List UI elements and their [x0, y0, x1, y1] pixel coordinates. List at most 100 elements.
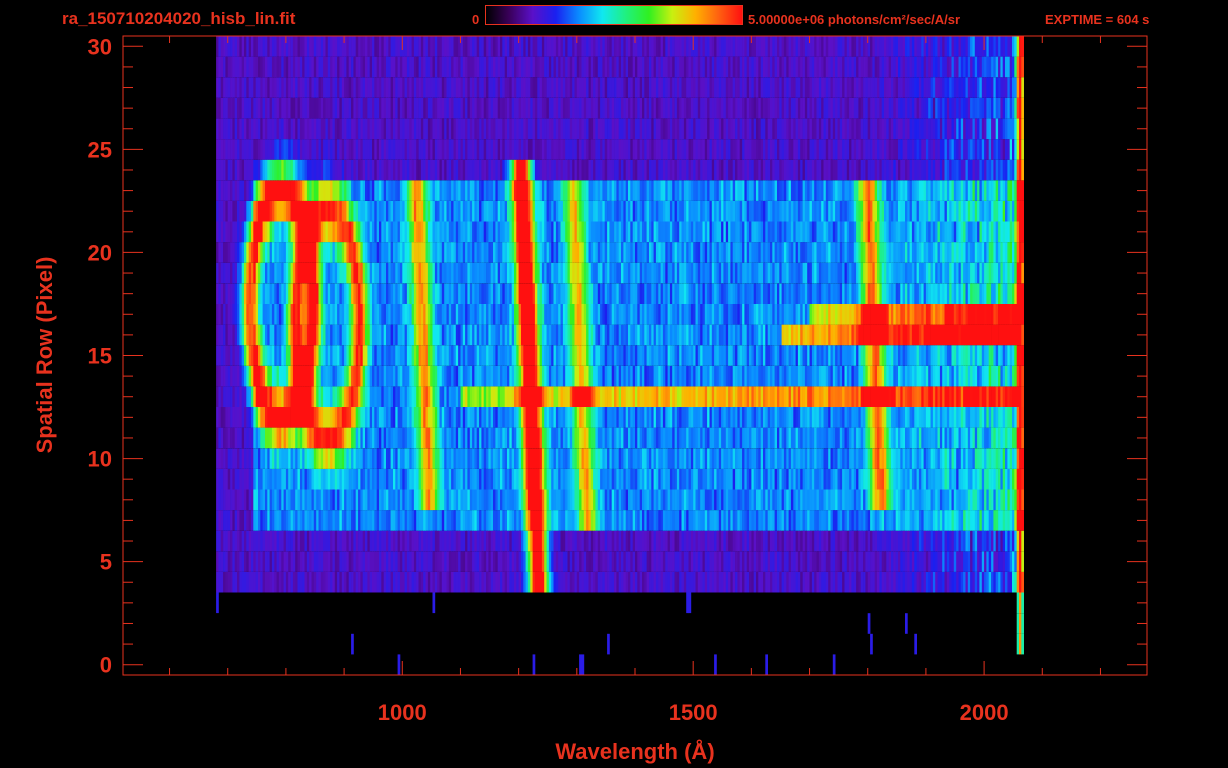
heatmap-cell	[644, 386, 647, 407]
heatmap-cell	[460, 345, 464, 366]
heatmap-cell	[374, 324, 377, 346]
heatmap-cell	[681, 510, 685, 531]
heatmap-cell	[707, 407, 710, 428]
heatmap-cell	[558, 407, 561, 428]
heatmap-cell	[434, 386, 438, 407]
heatmap-cell	[448, 427, 452, 449]
heatmap-cell	[586, 386, 589, 407]
heatmap-cell	[646, 324, 650, 346]
heatmap-cell	[397, 530, 401, 552]
heatmap-cell	[770, 489, 773, 511]
heatmap-cell	[630, 427, 633, 449]
heatmap-cell	[888, 448, 892, 469]
heatmap-cell	[911, 427, 915, 449]
heatmap-cell	[518, 304, 522, 325]
heatmap-cell	[416, 345, 419, 366]
heatmap-cell	[1012, 324, 1015, 346]
heatmap-cell	[842, 427, 845, 449]
heatmap-cell	[541, 407, 545, 428]
heatmap-cell	[800, 510, 803, 531]
heatmap-cell	[879, 427, 883, 449]
heatmap-cell	[386, 489, 389, 511]
heatmap-cell	[441, 407, 445, 428]
heatmap-cell	[844, 427, 848, 449]
heatmap-cell	[253, 530, 256, 552]
heatmap-cell	[639, 571, 643, 593]
heatmap-cell	[479, 304, 482, 325]
heatmap-cell	[248, 530, 252, 552]
heatmap-cell	[739, 386, 743, 407]
heatmap-cell	[406, 407, 410, 428]
heatmap-cell	[246, 468, 249, 490]
heatmap-cell	[288, 365, 291, 387]
heatmap-cell	[390, 324, 394, 346]
heatmap-cell	[911, 468, 915, 490]
heatmap-cell	[430, 345, 433, 366]
heatmap-cell	[844, 571, 848, 593]
heatmap-cell	[600, 510, 603, 531]
heatmap-cell	[507, 304, 510, 325]
heatmap-cell	[611, 530, 615, 552]
heatmap-cell	[837, 386, 841, 407]
heatmap-cell	[681, 427, 685, 449]
heatmap-cell	[553, 510, 557, 531]
heatmap-cell	[583, 324, 587, 346]
heatmap-cell	[793, 530, 796, 552]
heatmap-cell	[842, 530, 845, 552]
heatmap-cell	[935, 386, 938, 407]
heatmap-cell	[681, 551, 685, 572]
heatmap-cell	[332, 345, 336, 366]
heatmap-cell	[853, 427, 857, 449]
heatmap-cell	[260, 427, 263, 449]
heatmap-cell	[495, 365, 499, 387]
heatmap-cell	[495, 324, 499, 346]
heatmap-cell	[444, 345, 447, 366]
heatmap-cell	[979, 407, 983, 428]
heatmap-cell	[704, 324, 708, 346]
heatmap-cell	[802, 551, 806, 572]
heatmap-cell	[965, 324, 969, 346]
heatmap-cell	[327, 489, 331, 511]
heatmap-cell	[448, 386, 452, 407]
heatmap-cell	[851, 324, 855, 346]
heatmap-cell	[237, 365, 240, 387]
heatmap-cell	[290, 365, 294, 387]
heatmap-cell	[239, 551, 243, 572]
heatmap-cell	[628, 386, 631, 407]
heatmap-cell	[353, 510, 357, 531]
heatmap-cell	[830, 407, 834, 428]
heatmap-cell	[679, 571, 682, 593]
heatmap-cell	[602, 489, 606, 511]
heatmap-cell	[881, 345, 885, 366]
heatmap-cell	[332, 510, 336, 531]
heatmap-cell	[674, 386, 678, 407]
heatmap-cell	[406, 448, 410, 469]
heatmap-cell	[986, 530, 990, 552]
heatmap-cell	[216, 592, 219, 614]
heatmap-cell	[285, 283, 289, 304]
heatmap-cell	[742, 571, 745, 593]
heatmap-cell	[860, 345, 864, 366]
heatmap-cell	[977, 530, 980, 552]
heatmap-cell	[1012, 345, 1015, 366]
heatmap-cell	[646, 448, 650, 469]
heatmap-cell	[711, 407, 715, 428]
heatmap-cell	[709, 489, 713, 511]
heatmap-cell	[618, 530, 622, 552]
heatmap-cell	[700, 510, 703, 531]
heatmap-cell	[849, 551, 852, 572]
heatmap-cell	[632, 427, 636, 449]
heatmap-cell	[462, 304, 466, 325]
heatmap-cell	[411, 468, 415, 490]
heatmap-cell	[514, 365, 517, 387]
heatmap-cell	[325, 551, 329, 572]
heatmap-cell	[900, 551, 903, 572]
heatmap-cell	[616, 386, 620, 407]
heatmap-cell	[911, 551, 915, 572]
heatmap-cell	[1014, 345, 1017, 366]
heatmap-cell	[1021, 427, 1024, 449]
heatmap-cell	[770, 324, 773, 346]
heatmap-cell	[558, 365, 561, 387]
heatmap-cell	[609, 304, 613, 325]
heatmap-cell	[553, 324, 557, 346]
